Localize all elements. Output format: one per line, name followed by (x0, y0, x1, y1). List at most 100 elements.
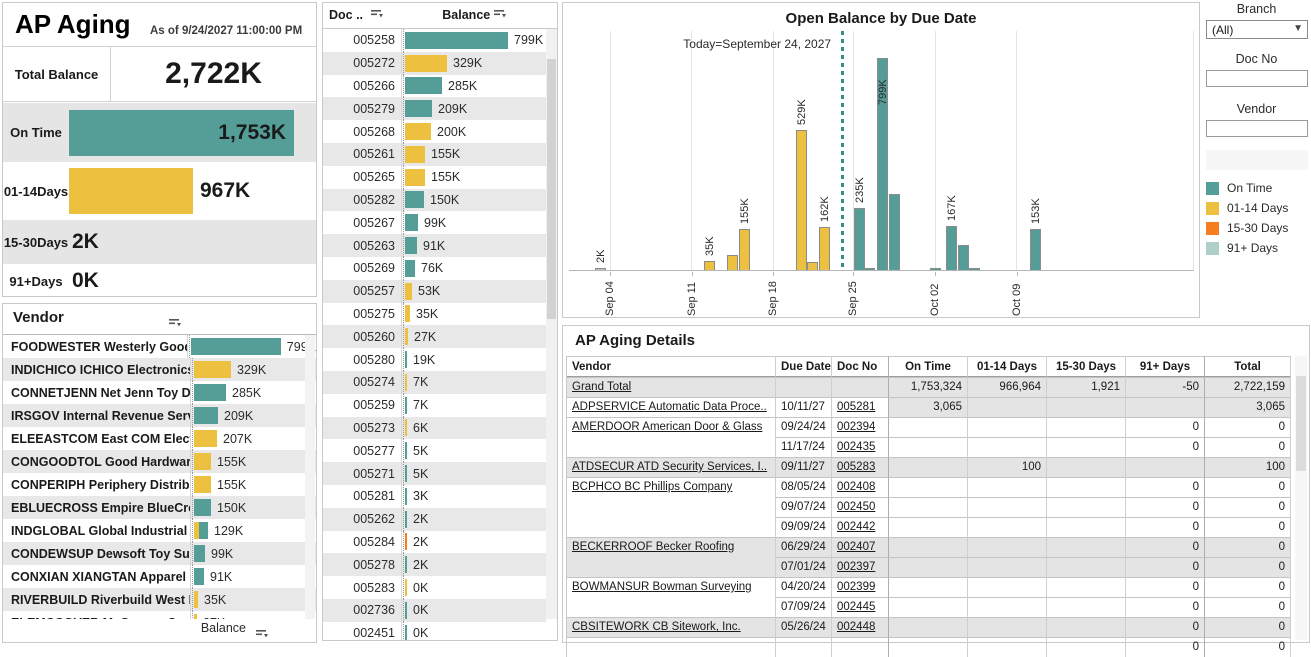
vendor-bar-segment[interactable] (191, 338, 281, 355)
vendor-bar-segment[interactable] (194, 476, 211, 493)
vendor-name[interactable]: INDICHICO ICHICO Electronics In.. (3, 363, 190, 377)
vendor-input[interactable] (1206, 120, 1308, 137)
doc-bar[interactable] (405, 191, 424, 208)
doc-bar[interactable] (405, 305, 410, 322)
doc-number[interactable]: 005283 (323, 581, 401, 595)
doc-bar[interactable] (405, 100, 432, 117)
doc-number[interactable]: 005279 (323, 102, 401, 116)
vendor-bar-segment[interactable] (194, 361, 231, 378)
details-docno-cell[interactable]: 002408 (832, 477, 889, 497)
doc-bar[interactable] (405, 351, 407, 368)
vendor-bar-segment[interactable] (194, 591, 198, 608)
doc-number[interactable]: 005277 (323, 444, 401, 458)
chart-bar[interactable] (854, 208, 865, 270)
chart-bar[interactable] (958, 245, 969, 270)
details-header-cell[interactable]: Total (1204, 356, 1291, 377)
details-docno-cell[interactable]: 002445 (832, 597, 889, 617)
chart-bar[interactable] (727, 255, 738, 270)
vendor-bar-segment[interactable] (194, 545, 205, 562)
details-header-cell[interactable]: 01-14 Days (968, 356, 1047, 377)
legend-item[interactable]: 91+ Days (1202, 238, 1311, 258)
details-docno-cell[interactable]: 005283 (832, 457, 889, 477)
chart-bar[interactable] (930, 268, 941, 270)
details-vendor-cell[interactable]: CBSITEWORK CB Sitework, Inc. (567, 617, 776, 637)
doc-bar[interactable] (405, 374, 407, 391)
details-header-cell[interactable]: On Time (888, 356, 968, 377)
details-docno-cell[interactable]: 002442 (832, 517, 889, 537)
legend-item[interactable]: 01-14 Days (1202, 198, 1311, 218)
legend-item[interactable]: On Time (1202, 178, 1311, 198)
details-vendor-cell[interactable] (567, 637, 776, 657)
doc-number[interactable]: 005282 (323, 193, 401, 207)
legend-item[interactable]: 15-30 Days (1202, 218, 1311, 238)
vendor-name[interactable]: CONGOODTOL Good Hardware P.. (3, 455, 190, 469)
vendor-name[interactable]: EBLUECROSS Empire BlueCross .. (3, 501, 190, 515)
doc-number[interactable]: 005260 (323, 330, 401, 344)
doc-number[interactable]: 005259 (323, 398, 401, 412)
vendor-name[interactable]: CONDEWSUP Dewsoft Toy Supply (3, 547, 190, 561)
doc-bar[interactable] (405, 442, 407, 459)
doc-bar[interactable] (405, 328, 408, 345)
sort-icon[interactable] (169, 315, 181, 333)
doc-number[interactable]: 005258 (323, 33, 401, 47)
doc-bar[interactable] (405, 488, 407, 505)
details-vendor-cell[interactable]: BOWMANSUR Bowman Surveying (567, 577, 776, 617)
doc-number[interactable]: 005278 (323, 558, 401, 572)
vendor-name[interactable]: FOODWESTER Westerly Good F.. (3, 340, 187, 354)
doc-number[interactable]: 005261 (323, 147, 401, 161)
vendor-bar-segment[interactable] (194, 430, 217, 447)
doc-column-header[interactable]: Doc .. (329, 8, 383, 22)
doc-bar[interactable] (405, 283, 412, 300)
balance-column-header[interactable]: Balance (403, 8, 545, 22)
chart-bar[interactable] (889, 194, 900, 270)
doc-bar[interactable] (405, 146, 425, 163)
doc-bar[interactable] (405, 32, 508, 49)
doc-number[interactable]: 005257 (323, 284, 401, 298)
doc-bar[interactable] (405, 556, 407, 573)
doc-bar[interactable] (405, 533, 407, 550)
doc-number[interactable]: 005280 (323, 353, 401, 367)
doc-bar[interactable] (405, 123, 431, 140)
details-docno-cell[interactable]: 002435 (832, 437, 889, 457)
chart-bar[interactable] (864, 268, 875, 270)
details-docno-cell[interactable]: 002407 (832, 537, 889, 557)
doc-bar[interactable] (405, 419, 407, 436)
doc-number[interactable]: 005267 (323, 216, 401, 230)
doc-bar[interactable] (405, 602, 407, 619)
doc-bar[interactable] (405, 625, 407, 640)
details-docno-cell[interactable]: 002397 (832, 557, 889, 577)
doc-bar[interactable] (405, 260, 415, 277)
doc-number[interactable]: 005266 (323, 79, 401, 93)
doc-number[interactable]: 005274 (323, 375, 401, 389)
bucket-bar[interactable]: 1,753K (69, 110, 294, 156)
doc-number[interactable]: 005263 (323, 239, 401, 253)
vendor-name[interactable]: ELEEASTCOM East COM Electro.. (3, 432, 190, 446)
vendor-name[interactable]: IRSGOV Internal Revenue Servic.. (3, 409, 190, 423)
doc-scrollbar[interactable] (546, 29, 557, 619)
bucket-bar[interactable] (69, 168, 193, 214)
balance-sort-label[interactable]: Balance (201, 621, 246, 635)
doc-scrollbar-thumb[interactable] (547, 59, 556, 319)
doc-number[interactable]: 005271 (323, 467, 401, 481)
details-header-cell[interactable]: 15-30 Days (1047, 356, 1126, 377)
details-vendor-cell[interactable]: AMERDOOR American Door & Glass (567, 417, 776, 457)
doc-bar[interactable] (405, 579, 407, 596)
doc-bar[interactable] (405, 77, 442, 94)
details-docno-cell[interactable] (832, 637, 889, 657)
details-header-cell[interactable]: 91+ Days (1126, 356, 1205, 377)
details-header-cell[interactable]: Vendor (567, 356, 776, 377)
doc-number[interactable]: 005268 (323, 125, 401, 139)
doc-bar[interactable] (405, 237, 417, 254)
details-scrollbar-thumb[interactable] (1296, 376, 1306, 471)
vendor-scrollbar[interactable] (305, 335, 315, 619)
vendor-name[interactable]: RIVERBUILD Riverbuild West Re.. (3, 593, 190, 607)
chart-bar[interactable] (807, 262, 818, 270)
doc-number[interactable]: 005269 (323, 261, 401, 275)
details-docno-cell[interactable]: 002450 (832, 497, 889, 517)
details-vendor-cell[interactable]: BECKERROOF Becker Roofing (567, 537, 776, 577)
details-docno-cell[interactable]: 002394 (832, 417, 889, 437)
doc-number[interactable]: 002736 (323, 603, 401, 617)
vendor-name[interactable]: INDGLOBAL Global Industrial To.. (3, 524, 190, 538)
vendor-bar-segment[interactable] (194, 384, 226, 401)
doc-number[interactable]: 005262 (323, 512, 401, 526)
